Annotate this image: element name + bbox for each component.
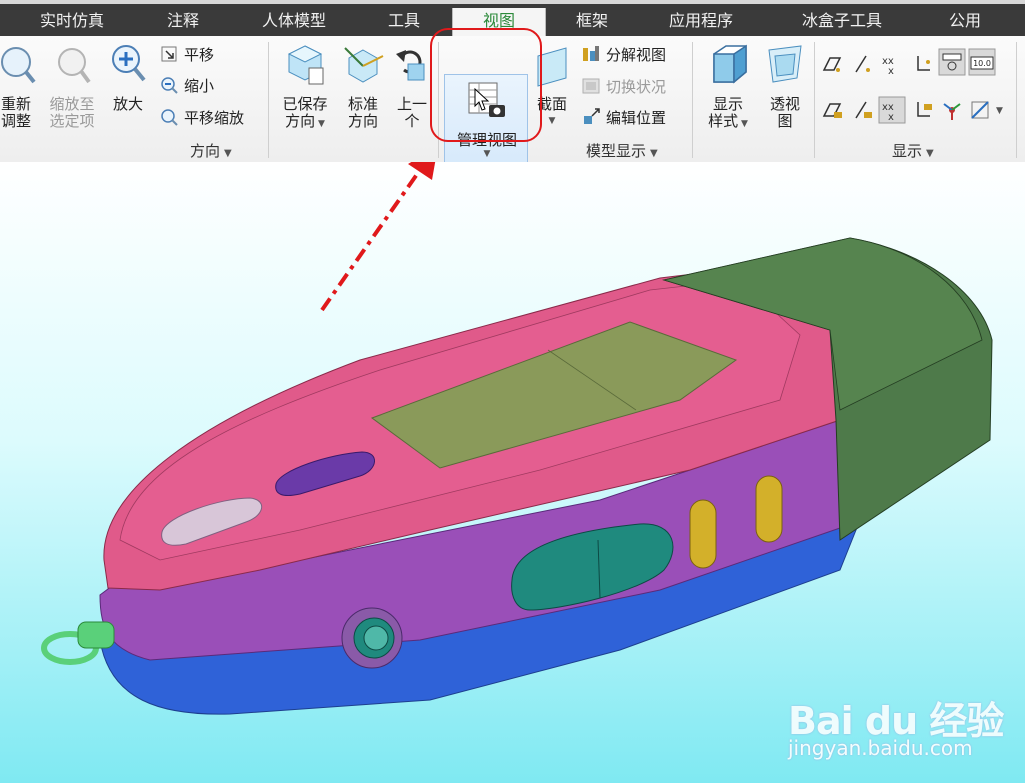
axis-tag-icon[interactable]	[850, 98, 874, 122]
tab-realtime-simulation[interactable]: 实时仿真	[20, 8, 124, 36]
exploded-view-button[interactable]: 分解视图	[582, 43, 666, 65]
axis-display-icon[interactable]	[850, 52, 874, 76]
csys-tag-icon[interactable]	[910, 98, 934, 122]
magnifier-icon	[1, 47, 36, 84]
previous-orientation-button[interactable]: 上一 个	[392, 42, 432, 130]
model-display-group-label[interactable]: 模型显示 ▼	[586, 140, 658, 161]
tab-annotate[interactable]: 注释	[148, 8, 218, 36]
svg-text:x: x	[888, 112, 894, 123]
previous-view-icon	[396, 50, 425, 81]
spin-center-icon[interactable]	[940, 98, 964, 122]
pan-icon	[161, 46, 177, 62]
edit-position-label: 编辑位置	[606, 108, 667, 127]
refit-button[interactable]: 重新 调整	[0, 42, 38, 130]
tab-icebox-tools[interactable]: 冰盒子工具	[786, 8, 898, 36]
separator	[1016, 42, 1017, 158]
plane-tag-icon[interactable]	[820, 98, 844, 122]
section-button[interactable]: 截面 ▼	[530, 42, 574, 130]
standard-orient-icon	[344, 47, 384, 83]
plane-display-icon[interactable]	[820, 52, 844, 76]
tab-framework[interactable]: 框架	[560, 8, 624, 36]
pan-button[interactable]: 平移	[160, 43, 214, 65]
display-style-cube-icon	[713, 44, 747, 84]
section-icon	[537, 47, 567, 87]
zoom-to-selected-button[interactable]: 缩放至 选定项	[44, 42, 100, 130]
chevron-down-icon[interactable]: ▼	[530, 113, 574, 130]
dimension-value: 10.0	[973, 59, 991, 68]
zoom-out-label: 缩小	[184, 76, 215, 95]
separator	[268, 42, 269, 158]
svg-text:x: x	[888, 66, 894, 76]
3d-notes-icon[interactable]	[968, 98, 992, 122]
mouse-cursor-icon	[474, 88, 490, 111]
orientation-group-label[interactable]: 方向 ▼	[190, 140, 232, 161]
zoom-in-icon	[112, 45, 146, 82]
toggle-status-icon	[582, 78, 600, 94]
manage-views-label: 管理视图	[456, 131, 517, 149]
saved-orient-cube-icon	[287, 45, 324, 85]
chevron-down-icon[interactable]: ▼	[996, 106, 1003, 116]
ribbon-tab-bar: 实时仿真 注释 人体模型 工具 视图 框架 应用程序 冰盒子工具 公用	[0, 0, 1025, 40]
perspective-cube-icon	[768, 45, 802, 83]
pan-zoom-label: 平移缩放	[184, 108, 245, 127]
separator	[692, 42, 693, 158]
show-group-label[interactable]: 显示 ▼	[892, 140, 934, 161]
zoom-selected-icon	[58, 48, 91, 84]
zoom-out-button[interactable]: 缩小	[160, 74, 214, 96]
toggle-status-button[interactable]: 切换状况	[582, 75, 666, 97]
pan-zoom-icon	[161, 109, 178, 126]
tab-applications[interactable]: 应用程序	[654, 8, 748, 36]
separator	[438, 42, 439, 158]
ribbon: 重新 调整 缩放至 选定项 放大 平移 缩小 平移缩放 已保存 方向 ▼ 标准 …	[0, 36, 1025, 168]
tab-human-model[interactable]: 人体模型	[250, 8, 338, 36]
edit-position-button[interactable]: 编辑位置	[582, 106, 666, 128]
point-tag-icon[interactable]: xxx	[878, 96, 906, 124]
exploded-view-label: 分解视图	[606, 45, 667, 64]
tab-utilities[interactable]: 公用	[934, 8, 996, 36]
zoom-out-icon	[161, 77, 178, 94]
saved-orientations-button[interactable]: 已保存 方向 ▼	[276, 42, 334, 133]
tab-tools[interactable]: 工具	[372, 8, 436, 36]
perspective-view-button[interactable]: 透视 图	[762, 42, 808, 130]
point-display-icon[interactable]: xxx	[880, 52, 904, 76]
zoom-in-button[interactable]: 放大	[108, 42, 148, 113]
edit-position-icon	[584, 108, 600, 124]
separator	[814, 42, 815, 158]
chevron-down-icon[interactable]: ▼	[445, 149, 529, 159]
display-style-button[interactable]: 显示 样式 ▼	[698, 42, 758, 133]
annotation-display-icon[interactable]	[938, 48, 966, 76]
csys-display-icon[interactable]	[910, 52, 934, 76]
pan-zoom-button[interactable]: 平移缩放	[160, 106, 244, 128]
watermark-url: jingyan.baidu.com	[788, 736, 973, 760]
toggle-status-label: 切换状况	[606, 77, 667, 96]
pan-label: 平移	[184, 45, 215, 64]
standard-orientation-button[interactable]: 标准 方向	[340, 42, 386, 130]
exploded-view-icon	[583, 46, 599, 61]
